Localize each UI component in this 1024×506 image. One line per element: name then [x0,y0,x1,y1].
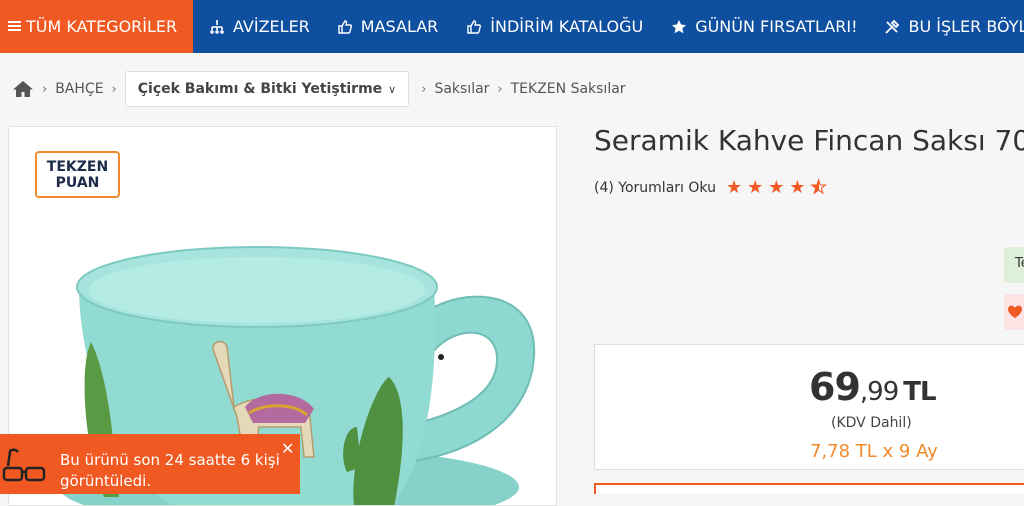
star-icon [672,19,687,33]
thumbs-up-outline-icon [338,19,352,34]
reviews-row: (4) Yorumları Oku ★ ★ ★ ★ ★ [594,177,832,198]
star-full-icon: ★ [747,177,764,198]
breadcrumb-item-bahce[interactable]: BAHÇE [55,81,103,97]
nav-item-gunun-firsatlari[interactable]: GÜNÜN FIRSATLARI! [671,17,857,36]
views-notification-toast: Bu ürünü son 24 saatte 6 kişi görüntüled… [0,434,300,494]
toast-message: Bu ürünü son 24 saatte 6 kişi görüntüled… [60,451,280,490]
tools-icon [885,19,900,34]
chandelier-icon [210,19,224,34]
breadcrumb-dropdown-label: Çiçek Bakımı & Bitki Yetiştirme [137,81,383,97]
nav-item-label: İNDİRİM KATALOĞU [490,17,644,36]
price-box: 69,99 TL (KDV Dahil) 7,78 TL x 9 Ay [594,344,1024,470]
price-decimal: ,99 [859,377,899,407]
breadcrumb-item-saksilar[interactable]: Saksılar [434,81,489,97]
nav-item-bu-isler-boyle-yapilir[interactable]: BU İŞLER BÖYLE YAPIL [884,17,1024,36]
heart-icon [1008,305,1022,318]
breadcrumb: › BAHÇE › Çiçek Bakımı & Bitki Yetiştirm… [12,71,626,107]
chevron-right-icon: › [42,81,48,97]
nav-item-masalar[interactable]: MASALAR [337,17,439,36]
menu-icon [8,21,21,32]
nav-item-label: AVİZELER [233,17,310,36]
side-info-chip[interactable]: Te [1004,247,1024,283]
price: 69,99 TL [809,365,937,409]
side-chip-text: Te [1015,256,1024,271]
chevron-right-icon: › [111,81,117,97]
installment-info[interactable]: 7,78 TL x 9 Ay [810,441,938,462]
close-icon[interactable]: ✕ [281,439,294,458]
chevron-down-icon: ∨ [388,82,397,96]
thumbs-up-icon [467,19,482,34]
nav-item-label: MASALAR [360,17,439,36]
nav-item-label: BU İŞLER BÖYLE YAPIL [908,17,1024,36]
glasses-icon [2,448,46,482]
chevron-right-icon: › [421,81,427,97]
all-categories-label: TÜM KATEGORİLER [26,17,178,36]
breadcrumb-item-tekzen-saksilar[interactable]: TEKZEN Saksılar [511,81,626,97]
price-currency: TL [903,377,936,407]
star-full-icon: ★ [789,177,806,198]
star-half-icon: ★ [810,177,827,198]
price-integer: 69 [809,365,861,409]
nav-item-label: GÜNÜN FIRSATLARI! [695,17,858,36]
breadcrumb-category-dropdown[interactable]: Çiçek Bakımı & Bitki Yetiştirme ∨ [124,71,410,107]
nav-item-indirim-katalogu[interactable]: İNDİRİM KATALOĞU [466,17,643,36]
rating-stars: ★ ★ ★ ★ ★ [725,177,832,198]
star-full-icon: ★ [768,177,785,198]
nav-item-avizeler[interactable]: AVİZELER [209,17,310,36]
read-reviews-link[interactable]: (4) Yorumları Oku [594,180,716,196]
product-title: Seramik Kahve Fincan Saksı 703 [594,124,1024,157]
home-icon[interactable] [12,80,34,98]
top-navigation: TÜM KATEGORİLER AVİZELER MASALAR İNDİRİM… [0,0,1024,53]
favorite-button[interactable] [1004,294,1024,330]
star-full-icon: ★ [725,177,743,198]
add-to-cart-button[interactable] [594,483,1024,494]
chevron-right-icon: › [497,81,503,97]
all-categories-button[interactable]: TÜM KATEGORİLER [0,0,193,53]
tax-note: (KDV Dahil) [831,415,912,431]
